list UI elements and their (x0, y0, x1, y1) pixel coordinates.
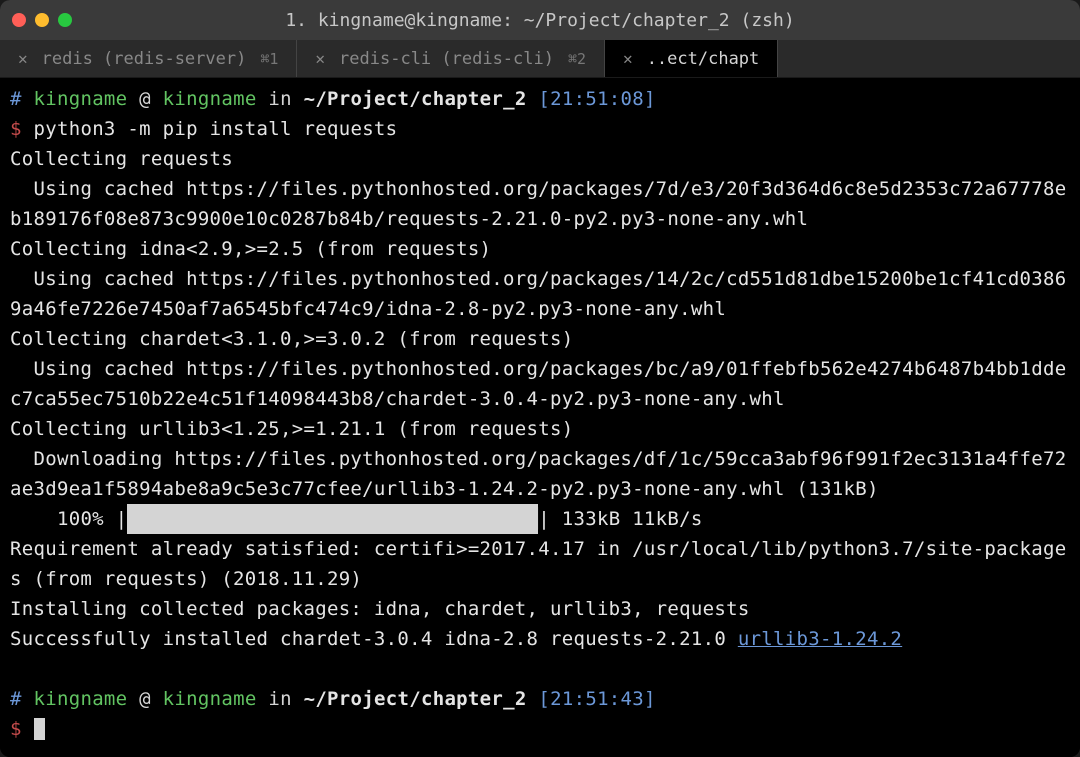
command-line[interactable]: $ (10, 714, 1070, 744)
tab-shortcut: ⌘2 (568, 50, 586, 68)
output-line: Using cached https://files.pythonhosted.… (10, 264, 1070, 324)
tab-bar: ✕ redis (redis-server) ⌘1 ✕ redis-cli (r… (0, 40, 1080, 78)
output-line: Using cached https://files.pythonhosted.… (10, 354, 1070, 414)
tab-label: ..ect/chapt (647, 49, 760, 69)
prompt-line: # kingname @ kingname in ~/Project/chapt… (10, 684, 1070, 714)
output-line: Collecting urllib3<1.25,>=1.21.1 (from r… (10, 414, 1070, 444)
prompt-path: ~/Project/chapter_2 (304, 688, 527, 710)
success-text: Successfully installed chardet-3.0.4 idn… (10, 628, 738, 650)
prompt-in: in (268, 688, 291, 710)
close-icon[interactable]: ✕ (623, 49, 633, 68)
terminal-window: 1. kingname@kingname: ~/Project/chapter_… (0, 0, 1080, 757)
progress-percent: 100% | (10, 508, 127, 530)
output-line: Collecting requests (10, 144, 1070, 174)
prompt-time: [21:51:08] (538, 88, 655, 110)
output-line: Using cached https://files.pythonhosted.… (10, 174, 1070, 234)
traffic-lights (12, 13, 72, 27)
prompt-line: # kingname @ kingname in ~/Project/chapt… (10, 84, 1070, 114)
output-success-line: Successfully installed chardet-3.0.4 idn… (10, 624, 1070, 654)
blank-line (10, 654, 1070, 684)
output-line: Installing collected packages: idna, cha… (10, 594, 1070, 624)
prompt-path: ~/Project/chapter_2 (304, 88, 527, 110)
tab-label: redis (redis-server) (42, 49, 247, 69)
prompt-hash: # (10, 688, 22, 710)
close-icon[interactable]: ✕ (315, 49, 325, 68)
package-link[interactable]: urllib3-1.24.2 (738, 628, 902, 650)
terminal-output[interactable]: # kingname @ kingname in ~/Project/chapt… (0, 78, 1080, 757)
prompt-hash: # (10, 88, 22, 110)
prompt-at: @ (139, 88, 151, 110)
tab-redis-cli[interactable]: ✕ redis-cli (redis-cli) ⌘2 (297, 40, 605, 77)
progress-stats: | 133kB 11kB/s (538, 508, 702, 530)
prompt-host: kingname (163, 688, 257, 710)
prompt-time: [21:51:43] (538, 688, 655, 710)
prompt-dollar: $ (10, 118, 22, 140)
maximize-window-button[interactable] (58, 13, 72, 27)
tab-redis-server[interactable]: ✕ redis (redis-server) ⌘1 (0, 40, 297, 77)
prompt-dollar: $ (10, 718, 22, 740)
titlebar: 1. kingname@kingname: ~/Project/chapter_… (0, 0, 1080, 40)
output-line: Collecting idna<2.9,>=2.5 (from requests… (10, 234, 1070, 264)
prompt-user: kingname (34, 88, 128, 110)
prompt-user: kingname (34, 688, 128, 710)
output-line: Collecting chardet<3.1.0,>=3.0.2 (from r… (10, 324, 1070, 354)
prompt-host: kingname (163, 88, 257, 110)
tab-chapter-2[interactable]: ✕ ..ect/chapt (605, 40, 778, 77)
command-line: $ python3 -m pip install requests (10, 114, 1070, 144)
close-window-button[interactable] (12, 13, 26, 27)
tab-label: redis-cli (redis-cli) (339, 49, 554, 69)
output-line: Requirement already satisfied: certifi>=… (10, 534, 1070, 594)
prompt-at: @ (139, 688, 151, 710)
minimize-window-button[interactable] (35, 13, 49, 27)
close-icon[interactable]: ✕ (18, 49, 28, 68)
output-line: Downloading https://files.pythonhosted.o… (10, 444, 1070, 504)
command-text: python3 -m pip install requests (34, 118, 398, 140)
progress-bar-fill: ███████████████████████████████████ (127, 504, 538, 534)
progress-line: 100% |██████████████████████████████████… (10, 504, 1070, 534)
tab-shortcut: ⌘1 (260, 50, 278, 68)
cursor (34, 718, 45, 740)
window-title: 1. kingname@kingname: ~/Project/chapter_… (285, 10, 794, 31)
prompt-in: in (268, 88, 291, 110)
